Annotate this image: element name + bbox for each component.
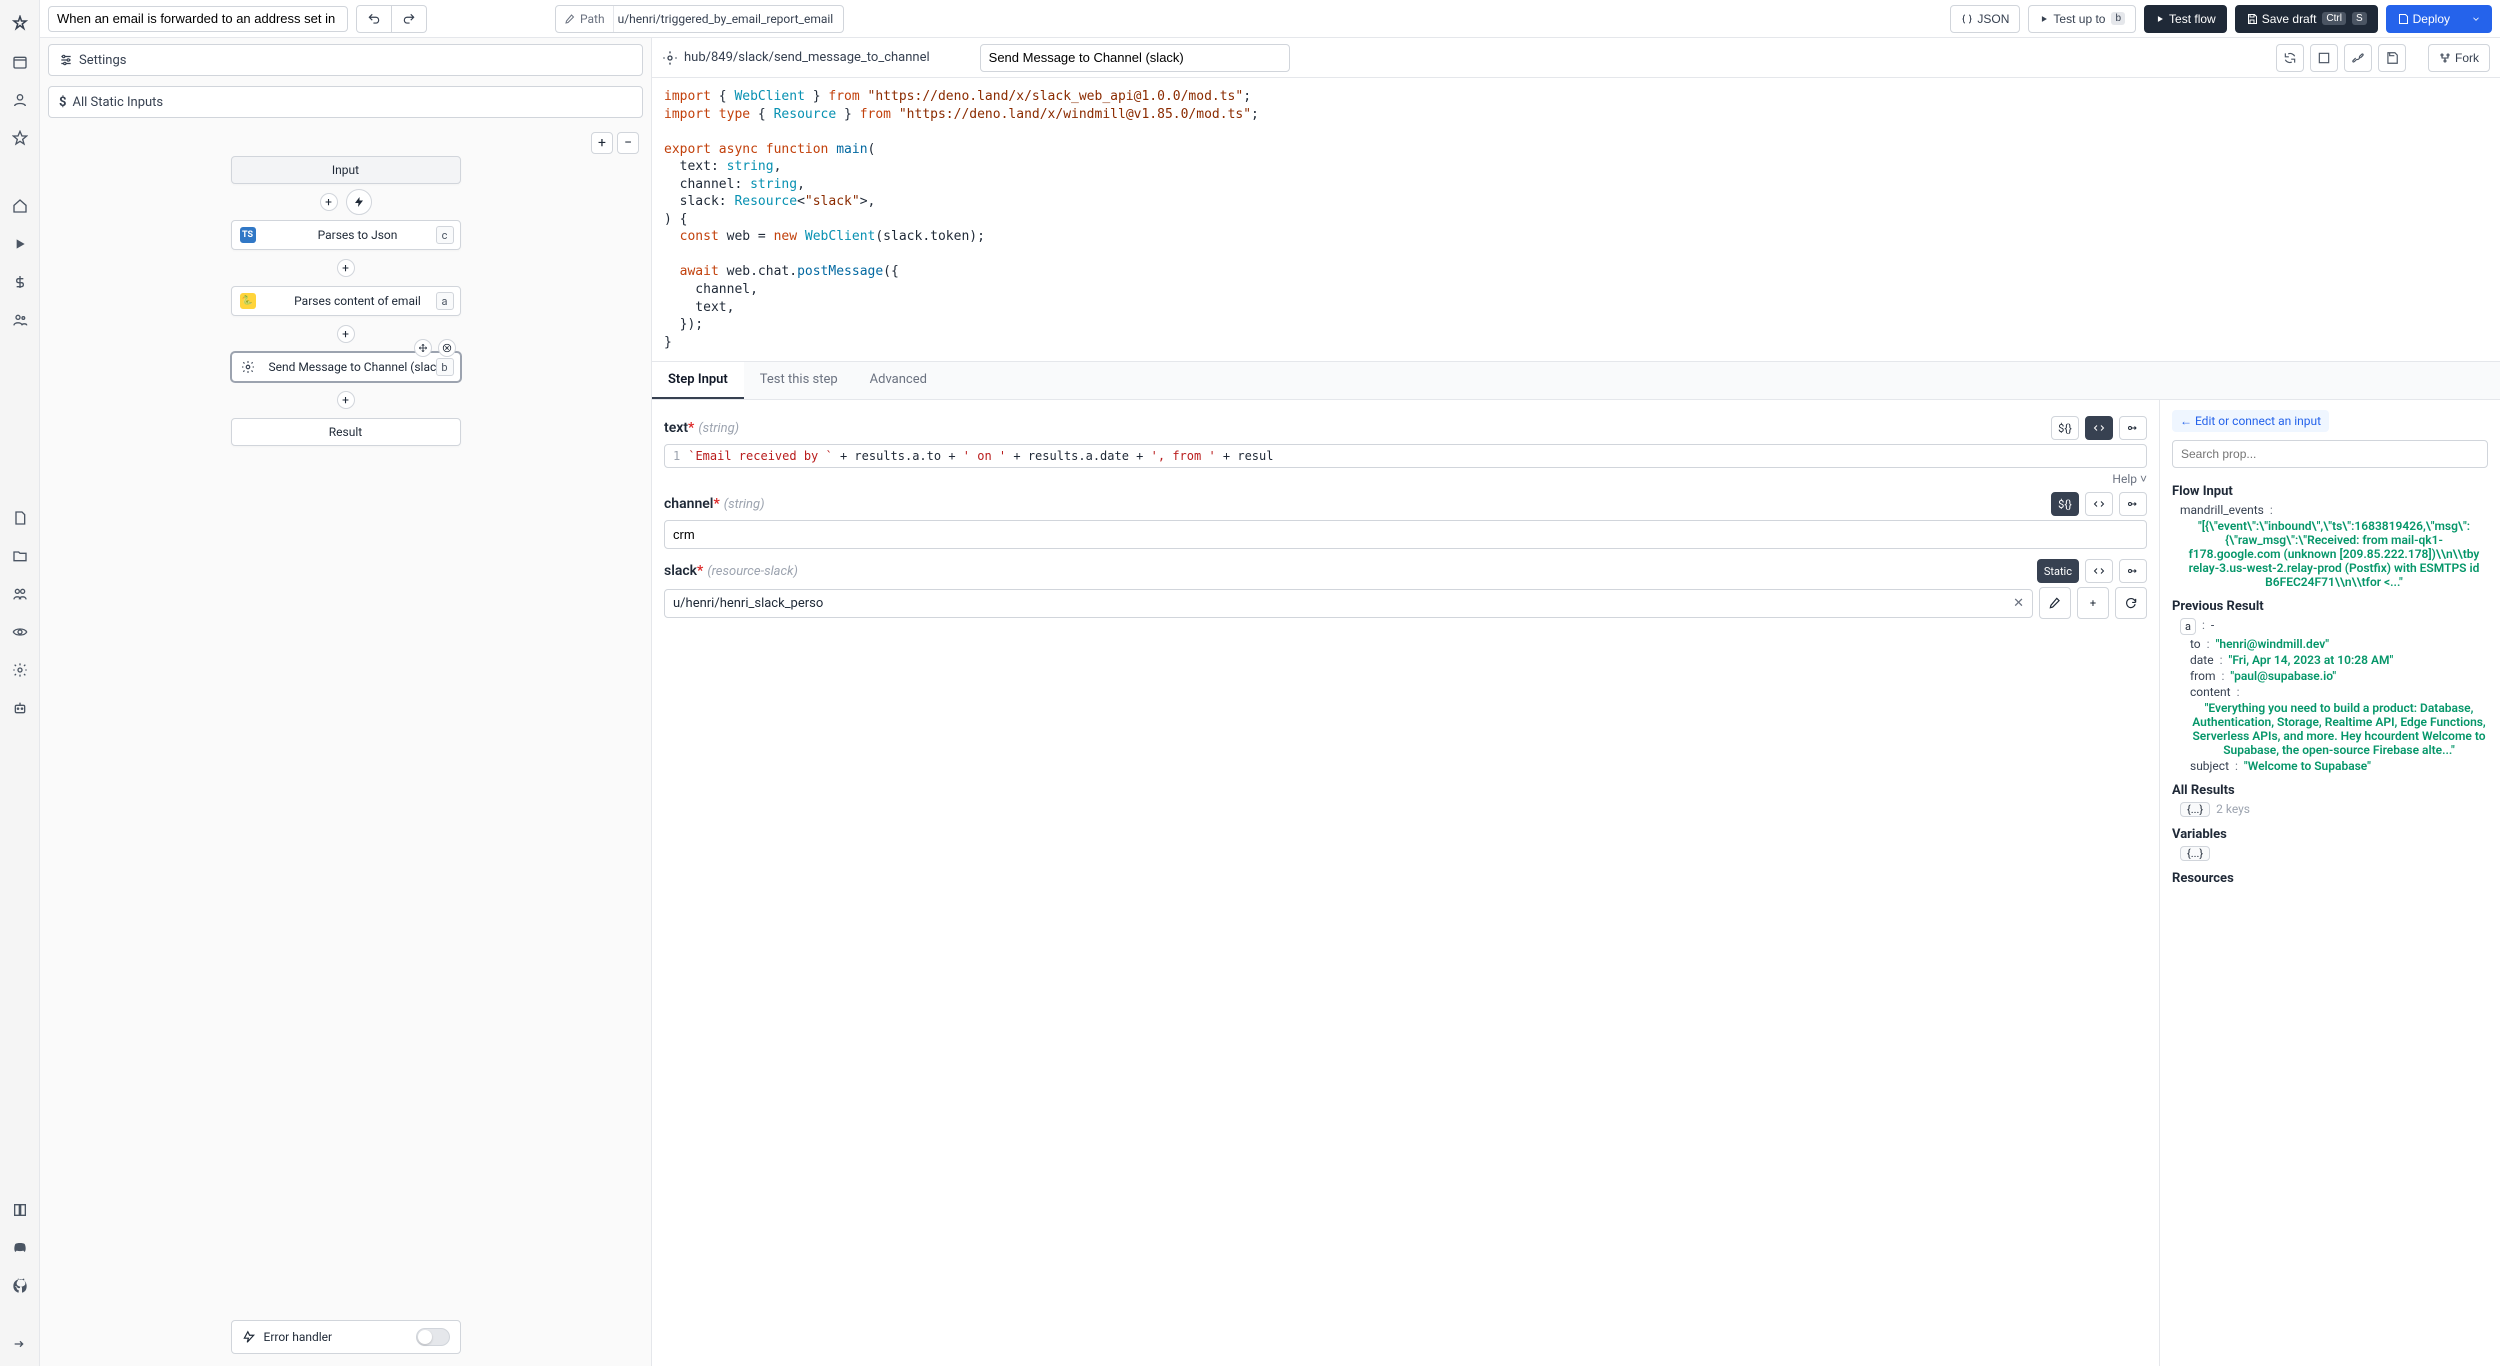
slack-static-button[interactable]: Static [2037,559,2079,583]
book-icon[interactable] [4,1194,36,1226]
calendar-icon[interactable] [4,46,36,78]
all-results-expand[interactable]: {...} [2180,802,2210,817]
text-template-button[interactable]: ${} [2051,416,2079,440]
variables-heading: Variables [2172,827,2488,842]
robot-icon[interactable] [4,692,36,724]
path-label: Path [580,12,605,26]
undo-button[interactable] [356,5,392,33]
text-connect-button[interactable] [2119,416,2147,440]
refresh-icon[interactable] [2276,44,2304,72]
tab-advanced[interactable]: Advanced [854,362,943,399]
flow-title-input[interactable] [48,6,348,32]
text-code-button[interactable] [2085,416,2113,440]
prop-channel-name: channel* [664,496,720,512]
app-sidebar [0,0,40,1366]
gear-icon[interactable] [4,654,36,686]
code-editor[interactable]: import { WebClient } from "https://deno.… [652,78,2500,362]
clear-resource-button[interactable]: ✕ [2013,596,2024,611]
node-input[interactable]: Input [231,156,461,184]
help-link[interactable]: Help ˅ [664,472,2147,486]
deploy-dropdown-button[interactable] [2461,5,2492,33]
edit-resource-button[interactable] [2039,587,2071,619]
test-up-to-button[interactable]: Test up tob [2028,5,2136,33]
topbar: Path u/henri/triggered_by_email_report_e… [40,0,2500,38]
prev-result-heading: Previous Result [2172,599,2488,614]
deploy-button[interactable]: Deploy [2386,5,2461,33]
expand-icon[interactable] [4,1328,36,1360]
link-icon[interactable] [2344,44,2372,72]
flow-input-heading: Flow Input [2172,484,2488,499]
add-step-button[interactable]: + [337,259,355,277]
node-parses-content[interactable]: 🐍 Parses content of email a [231,286,461,316]
delete-node-button[interactable] [438,339,456,357]
path-display[interactable]: Path u/henri/triggered_by_email_report_e… [555,5,844,33]
maximize-icon[interactable] [2310,44,2338,72]
step-input-column: text* (string) ${} 1 `Email received by … [652,400,2160,1366]
channel-template-button[interactable]: ${} [2051,492,2079,516]
resources-heading: Resources [2172,871,2488,886]
search-prop-input[interactable] [2172,440,2488,468]
play-icon[interactable] [4,228,36,260]
redo-button[interactable] [392,5,427,33]
static-inputs-header[interactable]: $ All Static Inputs [48,86,643,118]
move-node-button[interactable] [414,339,432,357]
slack-connect-button[interactable] [2119,559,2147,583]
add-step-button[interactable]: + [337,391,355,409]
test-flow-button[interactable]: Test flow [2144,5,2227,33]
tab-test-step[interactable]: Test this step [744,362,854,399]
group-icon[interactable] [4,578,36,610]
channel-code-button[interactable] [2085,492,2113,516]
step-tabs: Step Input Test this step Advanced [652,362,2500,400]
script-title-input[interactable] [980,44,1290,72]
node-parses-json[interactable]: TS Parses to Json c [231,220,461,250]
insight-column: ← Edit or connect an input Flow Input ma… [2160,400,2500,1366]
all-results-heading: All Results [2172,783,2488,798]
channel-input[interactable] [664,520,2147,549]
document-icon[interactable] [4,502,36,534]
logo-icon[interactable] [4,8,36,40]
add-step-button[interactable]: + [337,325,355,343]
star-icon[interactable] [4,122,36,154]
prop-slack-name: slack* [664,563,703,579]
user-icon[interactable] [4,84,36,116]
save-icon[interactable] [2378,44,2406,72]
script-header: hub/849/slack/send_message_to_channel Fo… [652,38,2500,78]
edit-connect-link[interactable]: ← Edit or connect an input [2172,410,2329,432]
python-icon: 🐍 [240,293,256,309]
eye-icon[interactable] [4,616,36,648]
add-resource-button[interactable]: + [2077,587,2109,619]
node-send-slack[interactable]: Send Message to Channel (slack) b [231,352,461,382]
zoom-out-button[interactable]: − [617,132,639,154]
error-handler-toggle[interactable]: Error handler [231,1320,461,1354]
settings-header[interactable]: Settings [48,44,643,76]
slack-code-button[interactable] [2085,559,2113,583]
script-path: hub/849/slack/send_message_to_channel [684,50,930,65]
node-result[interactable]: Result [231,418,461,446]
path-value: u/henri/triggered_by_email_report_email [613,6,844,32]
zoom-in-button[interactable]: + [591,132,613,154]
variables-expand[interactable]: {...} [2180,846,2210,861]
slack-resource-input[interactable]: u/henri/henri_slack_perso ✕ [664,589,2033,618]
fork-button[interactable]: Fork [2428,44,2490,72]
home-icon[interactable] [4,190,36,222]
toggle-switch[interactable] [416,1328,450,1346]
trigger-icon[interactable] [346,189,372,215]
tab-step-input[interactable]: Step Input [652,362,744,399]
prop-text-name: text* [664,420,694,436]
users-icon[interactable] [4,304,36,336]
json-button[interactable]: JSON [1950,5,2020,33]
save-draft-button[interactable]: Save draftCtrlS [2235,5,2378,33]
dollar-icon[interactable] [4,266,36,298]
flow-canvas-panel: Settings $ All Static Inputs + − Input + [40,38,652,1366]
gear-icon [240,359,256,375]
channel-connect-button[interactable] [2119,492,2147,516]
folder-icon[interactable] [4,540,36,572]
github-icon[interactable] [4,1270,36,1302]
typescript-icon: TS [240,227,256,243]
reload-resource-button[interactable] [2115,587,2147,619]
add-step-button[interactable]: + [320,193,338,211]
text-expression-input[interactable]: 1 `Email received by ` + results.a.to + … [664,444,2147,468]
discord-icon[interactable] [4,1232,36,1264]
